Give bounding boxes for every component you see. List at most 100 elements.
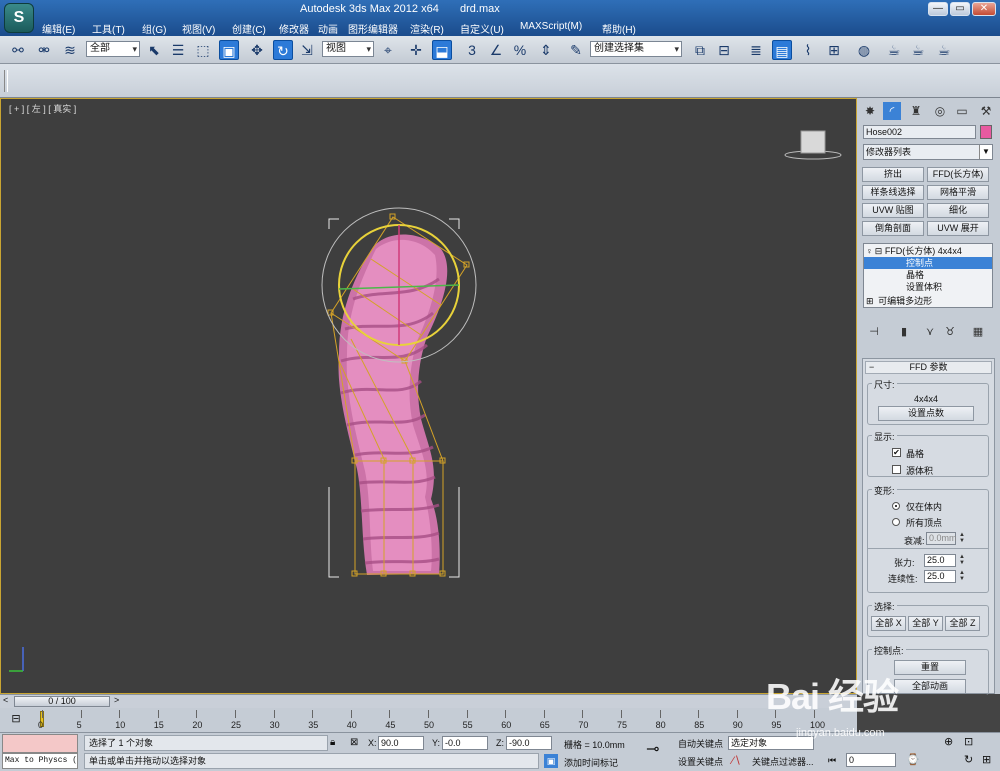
menu-customize[interactable]: 自定义(U): [460, 21, 504, 36]
create-tab-icon[interactable]: ✸: [861, 102, 879, 120]
window-crossing-icon[interactable]: ▣: [219, 40, 239, 60]
select-object-icon[interactable]: ⬉: [144, 40, 164, 60]
time-slider[interactable]: < 0 / 100 >: [0, 694, 857, 708]
track-bar[interactable]: ⊟ 0 5 10 15 20 25 30 35 40 45 50 55 60 65 70 75 80 85 90 95…: [0, 708, 857, 732]
menu-modifiers[interactable]: 修改器: [279, 21, 309, 36]
mod-btn-unwrap-uvw[interactable]: UVW 展开: [927, 221, 989, 236]
stack-item-ffd[interactable]: ♀ ⊟ FFD(长方体) 4x4x4: [864, 245, 992, 257]
snaps-toggle-icon[interactable]: 3: [462, 40, 482, 60]
expand-icon[interactable]: ⊞: [864, 296, 876, 306]
x-coord-input[interactable]: 90.0: [378, 736, 424, 750]
mod-btn-extrude[interactable]: 挤出: [862, 167, 924, 182]
select-rotate-icon[interactable]: ↻: [273, 40, 293, 60]
align-icon[interactable]: ⊟: [714, 40, 734, 60]
angle-snap-icon[interactable]: ∠: [486, 40, 506, 60]
menu-views[interactable]: 视图(V): [182, 21, 215, 36]
edit-named-sel-icon[interactable]: ✎: [566, 40, 586, 60]
all-x-button[interactable]: 全部 X: [871, 616, 906, 631]
menu-create[interactable]: 创建(C): [232, 21, 266, 36]
select-move-icon[interactable]: ✥: [247, 40, 267, 60]
mod-btn-spline-select[interactable]: 样条线选择: [862, 185, 924, 200]
maximize-viewport-icon[interactable]: ⊞: [982, 753, 991, 766]
absolute-mode-icon[interactable]: ⊠: [350, 737, 358, 748]
z-coord-input[interactable]: -90.0: [506, 736, 552, 750]
select-manipulate-icon[interactable]: ✛: [406, 40, 426, 60]
menu-graph-editors[interactable]: 图形编辑器: [348, 21, 398, 36]
y-coord-input[interactable]: -0.0: [442, 736, 488, 750]
rect-selection-icon[interactable]: ⬚: [193, 40, 213, 60]
modify-tab-icon[interactable]: ◜: [883, 102, 901, 120]
display-tab-icon[interactable]: ▭: [953, 102, 971, 120]
stack-item-lattice[interactable]: 晶格: [864, 269, 992, 281]
keyboard-shortcut-icon[interactable]: ⬓: [432, 40, 452, 60]
maxscript-mini-listener[interactable]: Max to Physcs (: [2, 753, 78, 769]
orbit-icon[interactable]: ↻: [964, 753, 973, 766]
modifier-list-select[interactable]: 修改器列表 ▼: [863, 144, 993, 160]
lightbulb-icon[interactable]: ♀: [864, 246, 875, 256]
chevron-down-icon[interactable]: ▼: [979, 145, 992, 159]
stack-item-editable-poly[interactable]: ⊞ 可编辑多边形: [864, 295, 992, 307]
continuity-spinner-arrows[interactable]: ▲ ▼: [958, 570, 966, 583]
utilities-tab-icon[interactable]: ⚒: [977, 102, 995, 120]
stack-item-set-volume[interactable]: 设置体积: [864, 281, 992, 293]
zoom-icon[interactable]: ⊕: [944, 735, 953, 748]
time-slider-thumb[interactable]: 0 / 100: [14, 696, 110, 707]
layer-manager-icon[interactable]: ≣: [746, 40, 766, 60]
mod-btn-bevel-profile[interactable]: 倒角剖面: [862, 221, 924, 236]
viewcube[interactable]: [784, 130, 842, 160]
rendered-frame-icon[interactable]: ☕: [908, 40, 928, 60]
graphite-ribbon-icon[interactable]: ▤: [772, 40, 792, 60]
set-number-points-button[interactable]: 设置点数: [878, 406, 974, 421]
menu-tools[interactable]: 工具(T): [92, 21, 125, 36]
maximize-button[interactable]: ▭: [950, 2, 970, 16]
lattice-checkbox[interactable]: ✔: [892, 448, 901, 457]
selection-filter-select[interactable]: 全部: [86, 41, 140, 57]
motion-tab-icon[interactable]: ◎: [931, 102, 949, 120]
stack-item-control-points[interactable]: 控制点: [864, 257, 992, 269]
close-button[interactable]: ✕: [972, 2, 996, 16]
select-scale-icon[interactable]: ⇲: [297, 40, 317, 60]
object-color-swatch[interactable]: [980, 125, 992, 139]
mod-btn-ffd-box[interactable]: FFD(长方体): [927, 167, 989, 182]
spinner-snap-icon[interactable]: ⇕: [536, 40, 556, 60]
only-in-volume-radio[interactable]: [892, 502, 900, 510]
mirror-icon[interactable]: ⧉: [690, 40, 710, 60]
menu-rendering[interactable]: 渲染(R): [410, 21, 444, 36]
current-frame-input[interactable]: 0: [846, 753, 896, 767]
curve-editor-icon[interactable]: ⌇: [798, 40, 818, 60]
tension-spinner[interactable]: 25.0: [924, 554, 956, 567]
add-time-tag[interactable]: 添加时间标记: [564, 756, 618, 769]
percent-snap-icon[interactable]: %: [510, 40, 530, 60]
key-icon[interactable]: ⊸: [646, 739, 659, 759]
rollout-header[interactable]: − FFD 参数: [865, 361, 992, 374]
show-end-result-icon[interactable]: ▮: [897, 325, 911, 339]
time-tag-icon[interactable]: ▣: [544, 754, 558, 768]
rollout-collapse-icon[interactable]: −: [869, 362, 874, 373]
mod-btn-tessellate[interactable]: 细化: [927, 203, 989, 218]
time-config-icon[interactable]: ⌚: [906, 753, 920, 766]
menu-group[interactable]: 组(G): [142, 21, 166, 36]
lock-icon[interactable]: 🔒︎: [330, 737, 335, 748]
hierarchy-tab-icon[interactable]: ♜: [907, 102, 925, 120]
mod-btn-uvw-map[interactable]: UVW 贴图: [862, 203, 924, 218]
link-icon[interactable]: ⚯: [8, 40, 28, 60]
source-volume-checkbox[interactable]: [892, 465, 901, 474]
goto-start-icon[interactable]: ⏮: [828, 755, 836, 766]
unlink-icon[interactable]: ⚮: [34, 40, 54, 60]
remove-modifier-icon[interactable]: ♉: [943, 325, 957, 339]
auto-key-label[interactable]: 自动关键点: [678, 737, 723, 750]
zoom-extents-icon[interactable]: ⊡: [964, 735, 973, 748]
configure-sets-icon[interactable]: ▦: [971, 325, 985, 339]
named-selection-set-select[interactable]: 创建选择集: [590, 41, 682, 57]
toolbar-grip[interactable]: [4, 70, 8, 92]
all-y-button[interactable]: 全部 Y: [908, 616, 943, 631]
menu-edit[interactable]: 编辑(E): [42, 21, 75, 36]
make-unique-icon[interactable]: ⋎: [923, 325, 937, 339]
set-key-label[interactable]: 设置关键点: [678, 755, 723, 768]
all-vertices-radio[interactable]: [892, 518, 900, 526]
collapse-icon[interactable]: ⊟: [875, 246, 883, 256]
menu-animation[interactable]: 动画: [318, 21, 338, 36]
menu-maxscript[interactable]: MAXScript(M): [520, 21, 582, 32]
maxscript-listener-box[interactable]: [2, 734, 78, 753]
prev-frame-icon[interactable]: <: [3, 695, 8, 705]
